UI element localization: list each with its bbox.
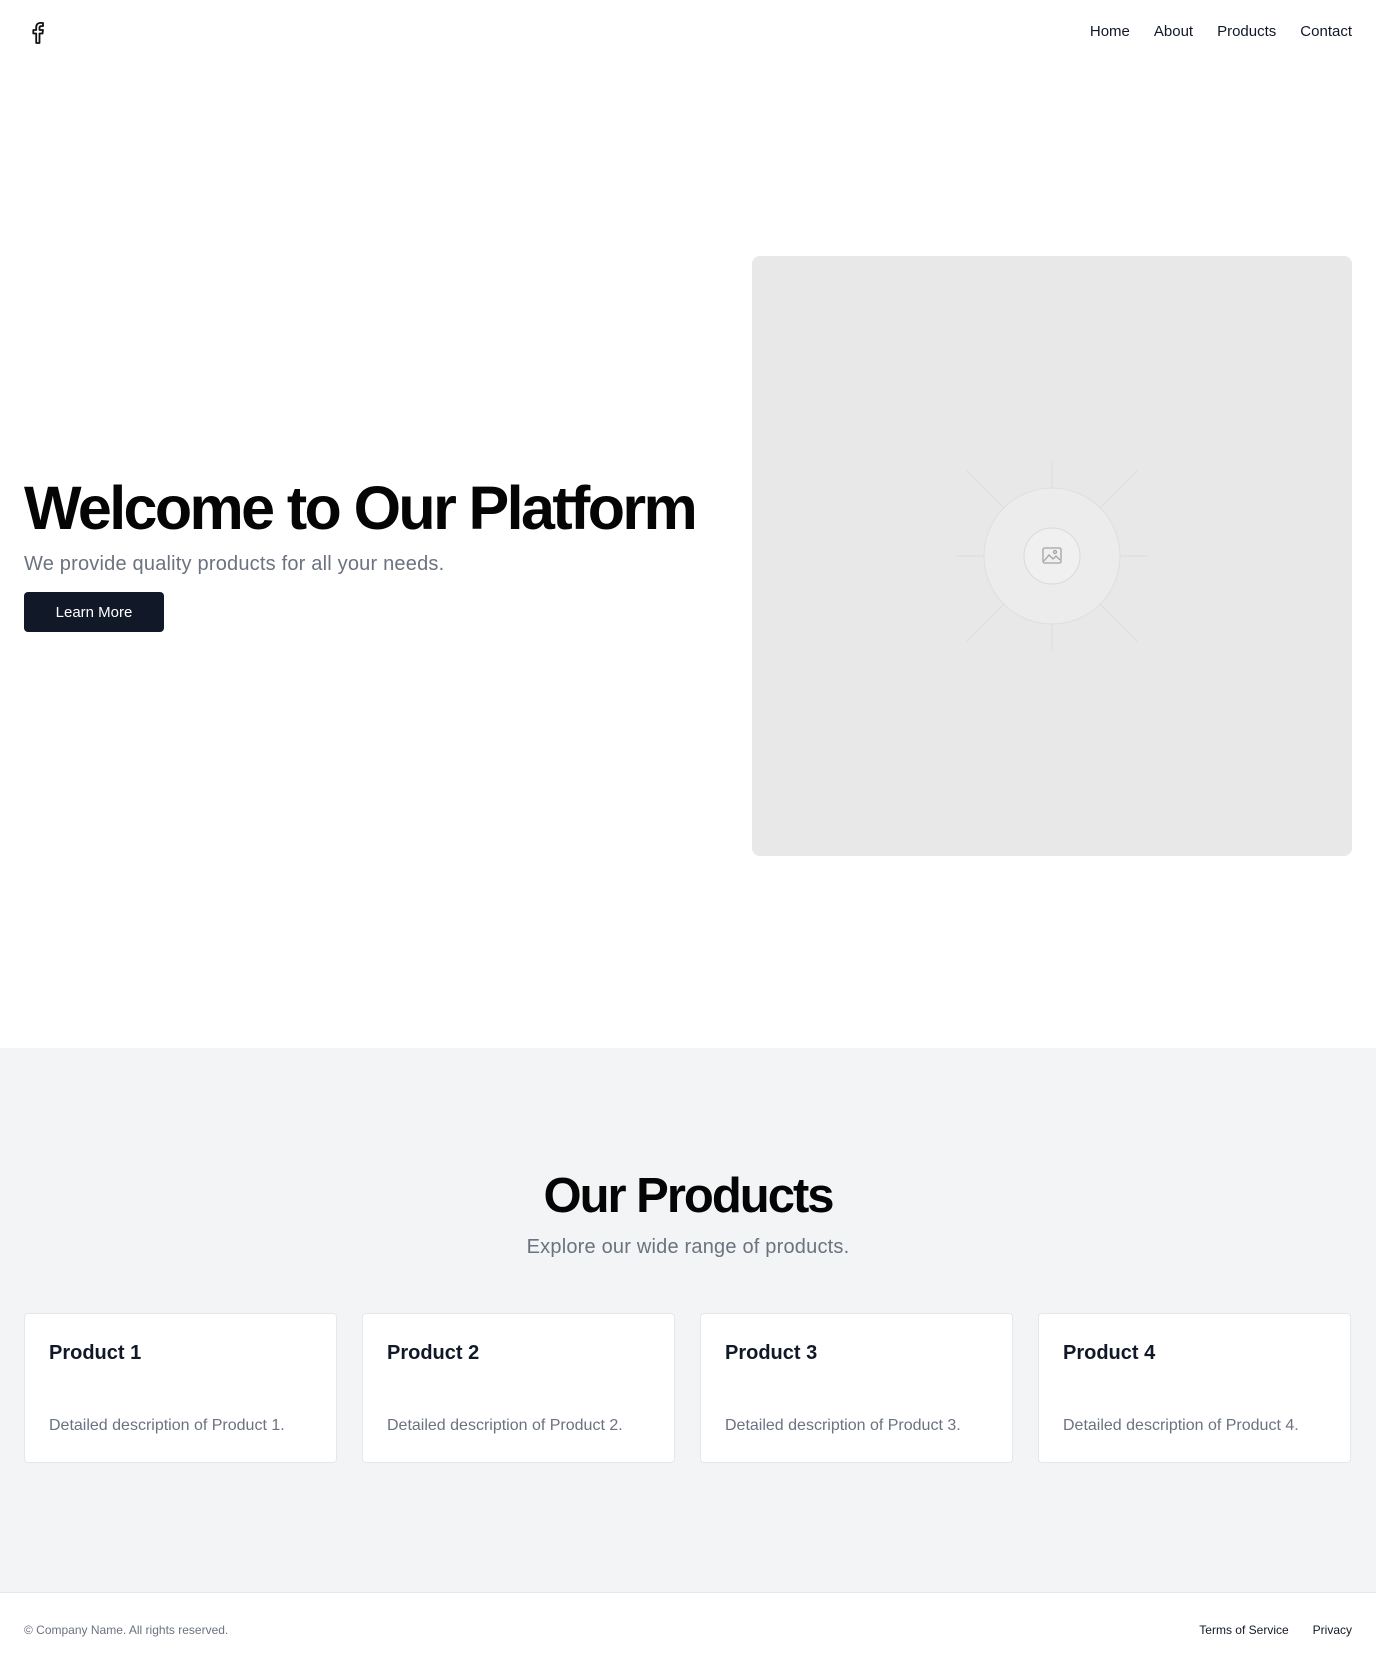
products-section: Our Products Explore our wide range of p… [0,1048,1376,1592]
product-description: Detailed description of Product 4. [1063,1417,1299,1434]
nav-home-link[interactable]: Home [1090,20,1130,44]
product-name: Product 1 [49,1342,142,1364]
hero-title: Welcome to Our Platform [24,474,698,542]
nav-contact-link[interactable]: Contact [1300,20,1352,44]
product-description: Detailed description of Product 1. [49,1417,285,1434]
products-subtitle: Explore our wide range of products. [526,1236,850,1258]
privacy-link[interactable]: Privacy [1313,1621,1352,1639]
terms-of-service-link[interactable]: Terms of Service [1199,1621,1288,1639]
product-name: Product 4 [1063,1342,1156,1364]
product-name: Product 2 [387,1342,480,1364]
main-nav: Home About Products Contact [1090,20,1352,44]
copyright-text: © Company Name. All rights reserved. [24,1623,229,1637]
image-placeholder-icon [957,461,1147,651]
logo-link[interactable] [24,18,50,46]
product-card[interactable]: Product 4 Detailed description of Produc… [1038,1313,1351,1463]
hero-section: Welcome to Our Platform We provide quali… [0,64,1376,1048]
product-card[interactable]: Product 1 Detailed description of Produc… [24,1313,337,1463]
hero-image-placeholder [752,256,1352,856]
product-card[interactable]: Product 3 Detailed description of Produc… [700,1313,1013,1463]
nav-about-link[interactable]: About [1154,20,1193,44]
hero-subtitle: We provide quality products for all your… [24,553,445,575]
learn-more-button[interactable]: Learn More [24,592,164,632]
product-description: Detailed description of Product 3. [725,1417,961,1434]
site-footer: © Company Name. All rights reserved. Ter… [0,1592,1376,1671]
site-header: Home About Products Contact [0,0,1376,64]
product-description: Detailed description of Product 2. [387,1417,623,1434]
product-cards: Product 1 Detailed description of Produc… [24,1313,1352,1463]
products-title: Our Products [543,1169,834,1223]
footer-links: Terms of Service Privacy [1199,1621,1352,1639]
product-name: Product 3 [725,1342,818,1364]
facebook-icon [32,21,44,44]
product-card[interactable]: Product 2 Detailed description of Produc… [362,1313,675,1463]
nav-products-link[interactable]: Products [1217,20,1276,44]
